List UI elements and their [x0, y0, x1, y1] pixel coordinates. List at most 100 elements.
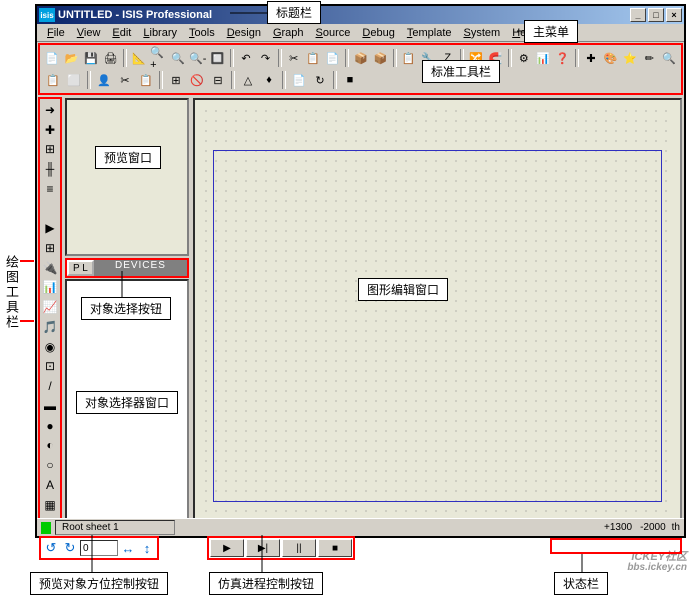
tb1-btn-14[interactable]: ✂: [285, 48, 303, 68]
tb1-btn-36[interactable]: 🔍: [660, 48, 678, 68]
maximize-button[interactable]: □: [648, 8, 664, 22]
menu-view[interactable]: View: [71, 26, 107, 40]
draw-btn-6[interactable]: ▶: [41, 219, 59, 237]
draw-btn-4[interactable]: ≡: [41, 180, 59, 198]
draw-btn-1[interactable]: ✚: [41, 121, 59, 139]
tb2-btn-14[interactable]: 📄: [289, 70, 309, 90]
callout-orient: 预览对象方位控制按钮: [30, 572, 168, 595]
tb1-btn-32[interactable]: ✚: [582, 48, 600, 68]
tb1-btn-9[interactable]: 🔲: [208, 48, 226, 68]
tb1-btn-33[interactable]: 🎨: [601, 48, 619, 68]
menu-graph[interactable]: Graph: [267, 26, 310, 40]
menu-system[interactable]: System: [458, 26, 507, 40]
draw-btn-13[interactable]: ⊡: [41, 358, 59, 376]
tb1-btn-0[interactable]: 📄: [43, 48, 61, 68]
menu-template[interactable]: Template: [401, 26, 458, 40]
drawing-toolbar: ➜✚⊞╫≡▶⊞🔌📊📈🎵◉⊡/▬●◐○A▦✚: [38, 97, 62, 535]
callout-mainmenu: 主菜单: [524, 20, 578, 43]
draw-btn-18[interactable]: ○: [41, 456, 59, 474]
rotate-left-button[interactable]: ↺: [42, 539, 60, 557]
draw-btn-3[interactable]: ╫: [41, 160, 59, 178]
callout-editwin: 图形编辑窗口: [358, 278, 448, 301]
menu-design[interactable]: Design: [221, 26, 267, 40]
tb1-btn-16[interactable]: 📄: [323, 48, 341, 68]
orientation-controls: ↺ ↻ ↔ ↕: [39, 536, 159, 560]
tb2-btn-0[interactable]: 📋: [43, 70, 63, 90]
draw-btn-11[interactable]: 🎵: [41, 318, 59, 336]
schematic-edit-area[interactable]: [193, 98, 682, 534]
tb1-btn-3[interactable]: 🖨: [101, 48, 119, 68]
status-bar: Root sheet 1 +1300 -2000 th: [37, 518, 684, 536]
draw-btn-17[interactable]: ◐: [41, 436, 59, 454]
draw-btn-0[interactable]: ➜: [41, 101, 59, 119]
draw-btn-20[interactable]: ▦: [41, 496, 59, 514]
tb2-btn-12[interactable]: ♦: [259, 70, 279, 90]
status-coord-y: -2000: [640, 522, 666, 533]
tb2-btn-7[interactable]: ⊞: [166, 70, 186, 90]
tb1-btn-28[interactable]: ⚙: [515, 48, 533, 68]
tb2-btn-3[interactable]: 👤: [94, 70, 114, 90]
draw-btn-15[interactable]: ▬: [41, 397, 59, 415]
tb2-btn-1[interactable]: ⬜: [64, 70, 84, 90]
menu-file[interactable]: File: [41, 26, 71, 40]
minimize-button[interactable]: _: [630, 8, 646, 22]
tb1-btn-19[interactable]: 📦: [371, 48, 389, 68]
draw-btn-14[interactable]: /: [41, 377, 59, 395]
sim-pause-button[interactable]: ||: [282, 539, 316, 557]
callout-status: 状态栏: [554, 572, 608, 595]
pick-pl-button[interactable]: P L: [67, 260, 94, 276]
draw-btn-19[interactable]: A: [41, 476, 59, 494]
tb1-btn-29[interactable]: 📊: [534, 48, 552, 68]
status-highlight: [550, 538, 682, 554]
menu-edit[interactable]: Edit: [106, 26, 137, 40]
tb1-btn-34[interactable]: ⭐: [621, 48, 639, 68]
draw-btn-8[interactable]: 🔌: [41, 259, 59, 277]
rotation-input[interactable]: [80, 540, 118, 556]
menu-debug[interactable]: Debug: [356, 26, 400, 40]
draw-btn-12[interactable]: ◉: [41, 338, 59, 356]
tb2-btn-17[interactable]: ■: [340, 70, 360, 90]
menu-bar: FileViewEditLibraryToolsDesignGraphSourc…: [37, 24, 684, 42]
tb1-btn-6[interactable]: 🔍+: [149, 48, 167, 68]
tb1-btn-1[interactable]: 📂: [62, 48, 80, 68]
tb1-btn-30[interactable]: ❓: [553, 48, 571, 68]
sim-play-button[interactable]: ▶: [210, 539, 244, 557]
tb1-btn-7[interactable]: 🔍: [169, 48, 187, 68]
tb1-btn-21[interactable]: 📋: [400, 48, 418, 68]
tb1-btn-12[interactable]: ↷: [256, 48, 274, 68]
tb1-btn-2[interactable]: 💾: [82, 48, 100, 68]
close-button[interactable]: ×: [666, 8, 682, 22]
sheet-boundary: [213, 150, 662, 502]
tb2-btn-5[interactable]: 📋: [136, 70, 156, 90]
flip-h-button[interactable]: ↔: [119, 539, 137, 557]
tb1-btn-15[interactable]: 📋: [304, 48, 322, 68]
menu-library[interactable]: Library: [137, 26, 183, 40]
rotate-right-button[interactable]: ↻: [61, 539, 79, 557]
draw-btn-5[interactable]: [41, 200, 59, 218]
tb2-btn-15[interactable]: ↻: [310, 70, 330, 90]
tb1-btn-5[interactable]: 📐: [130, 48, 148, 68]
callout-pickbtn: 对象选择按钮: [81, 297, 171, 320]
tb2-btn-11[interactable]: △: [238, 70, 258, 90]
tb1-btn-18[interactable]: 📦: [352, 48, 370, 68]
draw-btn-10[interactable]: 📈: [41, 298, 59, 316]
tb1-btn-8[interactable]: 🔍-: [188, 48, 207, 68]
draw-btn-9[interactable]: 📊: [41, 279, 59, 297]
title-bar: isis UNTITLED - ISIS Professional _ □ ×: [37, 6, 684, 24]
callout-preview: 预览窗口: [95, 146, 161, 169]
flip-v-button[interactable]: ↕: [138, 539, 156, 557]
callout-sim: 仿真进程控制按钮: [209, 572, 323, 595]
sim-stop-button[interactable]: ■: [318, 539, 352, 557]
draw-btn-16[interactable]: ●: [41, 417, 59, 435]
callout-stdtoolbar: 标准工具栏: [422, 60, 500, 83]
tb1-btn-11[interactable]: ↶: [237, 48, 255, 68]
tb2-btn-4[interactable]: ✂: [115, 70, 135, 90]
preview-window: [65, 98, 189, 256]
tb2-btn-9[interactable]: ⊟: [208, 70, 228, 90]
draw-btn-7[interactable]: ⊞: [41, 239, 59, 257]
tb2-btn-8[interactable]: 🚫: [187, 70, 207, 90]
draw-btn-2[interactable]: ⊞: [41, 140, 59, 158]
tb1-btn-35[interactable]: ✏: [640, 48, 658, 68]
menu-tools[interactable]: Tools: [183, 26, 221, 40]
menu-source[interactable]: Source: [310, 26, 357, 40]
